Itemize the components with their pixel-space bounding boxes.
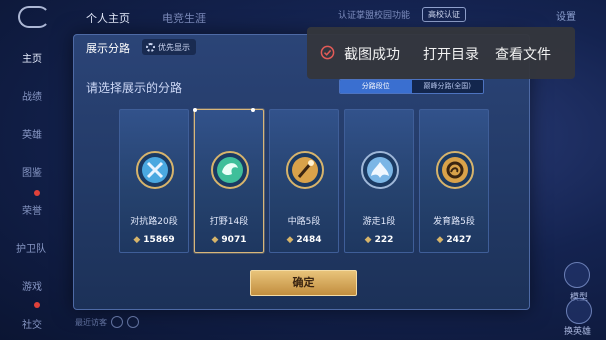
nav-item-home[interactable]: 主页 xyxy=(22,50,42,65)
dragon-emblem-icon xyxy=(210,150,250,190)
confirm-button[interactable]: 确定 xyxy=(250,270,357,296)
recent-visitors-bar[interactable]: 最近访客 xyxy=(75,314,195,330)
dialog-subtitle: 请选择展示的分路 xyxy=(86,81,183,95)
diamond-icon: ◆ xyxy=(211,235,219,245)
notification-dot xyxy=(34,190,40,196)
settings-link[interactable]: 设置 xyxy=(556,8,576,23)
emoji-icon[interactable] xyxy=(127,316,139,328)
tab-lane-rank[interactable]: 分路段位 xyxy=(340,80,412,93)
sword-emblem-icon xyxy=(135,150,175,190)
chat-icon[interactable] xyxy=(111,316,123,328)
diamond-icon: ◆ xyxy=(364,235,372,245)
nav-item-social[interactable]: 社交 xyxy=(22,316,42,331)
lane-rank-label: 对抗路20段 xyxy=(130,217,178,227)
toast-message: 截图成功 xyxy=(344,47,400,63)
check-circle-icon xyxy=(320,45,335,60)
swap-hero-label: 换英雄 xyxy=(564,327,592,337)
lane-score: ◆ 15869 xyxy=(133,235,175,245)
lane-card-top[interactable]: 对抗路20段 ◆ 15869 xyxy=(119,109,189,253)
school-badge[interactable]: 高校认证 xyxy=(422,7,466,22)
nav-item-honor[interactable]: 荣誉 xyxy=(22,202,42,217)
tab-career[interactable]: 电竞生涯 xyxy=(162,10,206,26)
gear-icon xyxy=(146,42,155,52)
lane-card-mid[interactable]: 中路5段 ◆ 2484 xyxy=(269,109,339,253)
left-nav: 主页 战绩 英雄 图鉴 荣誉 护卫队 游戏 社交 xyxy=(0,40,62,340)
nav-item-codex[interactable]: 图鉴 xyxy=(22,164,42,179)
screenshot-toast: 截图成功 打开目录 查看文件 xyxy=(307,27,575,79)
diamond-icon: ◆ xyxy=(436,235,444,245)
notification-dot xyxy=(34,302,40,308)
lane-card-roam[interactable]: 游走1段 ◆ 222 xyxy=(344,109,414,253)
model-icon[interactable] xyxy=(564,262,590,288)
lane-card-jungle[interactable]: 打野14段 ◆ 9071 xyxy=(193,108,264,253)
lane-rank-label: 游走1段 xyxy=(362,217,396,227)
lane-rank-label: 中路5段 xyxy=(287,217,321,227)
staff-emblem-icon xyxy=(285,150,325,190)
recent-visitors-label: 最近访客 xyxy=(75,317,107,327)
back-icon[interactable] xyxy=(18,6,50,28)
priority-label: 优先显示 xyxy=(158,42,190,52)
lane-score: ◆ 222 xyxy=(364,235,394,245)
priority-toggle[interactable]: 优先显示 xyxy=(142,39,196,55)
nav-item-heroes[interactable]: 英雄 xyxy=(22,126,42,141)
lane-mode-switch: 分路段位 巅峰分路(全国) xyxy=(339,79,484,94)
diamond-icon: ◆ xyxy=(286,235,294,245)
lane-rank-label: 发育路5段 xyxy=(433,217,475,227)
lane-rank-label: 打野14段 xyxy=(209,217,249,227)
tab-peak-lane[interactable]: 巅峰分路(全国) xyxy=(411,80,483,93)
tab-profile[interactable]: 个人主页 xyxy=(86,10,130,26)
shield-emblem-icon xyxy=(435,150,475,190)
open-directory-button[interactable]: 打开目录 xyxy=(423,44,479,64)
view-file-button[interactable]: 查看文件 xyxy=(495,44,551,64)
diamond-icon: ◆ xyxy=(133,235,141,245)
wing-emblem-icon xyxy=(360,150,400,190)
swap-hero-icon[interactable] xyxy=(566,298,592,324)
lane-card-farm[interactable]: 发育路5段 ◆ 2427 xyxy=(419,109,489,253)
dialog-title: 展示分路 xyxy=(86,42,130,55)
lane-score: ◆ 2484 xyxy=(286,235,322,245)
corner-sparkle xyxy=(193,108,197,112)
lane-score: ◆ 9071 xyxy=(211,235,247,245)
nav-item-game[interactable]: 游戏 xyxy=(22,278,42,293)
lane-score: ◆ 2427 xyxy=(436,235,472,245)
lane-cards: 对抗路20段 ◆ 15869 打野14段 ◆ 9071 中路5段 ◆ 2484 游走1… xyxy=(119,108,489,253)
corner-sparkle xyxy=(251,108,255,112)
nav-item-guard[interactable]: 护卫队 xyxy=(16,240,46,255)
nav-item-record[interactable]: 战绩 xyxy=(22,88,42,103)
verify-text: 认证掌盟校园功能 xyxy=(338,11,411,21)
